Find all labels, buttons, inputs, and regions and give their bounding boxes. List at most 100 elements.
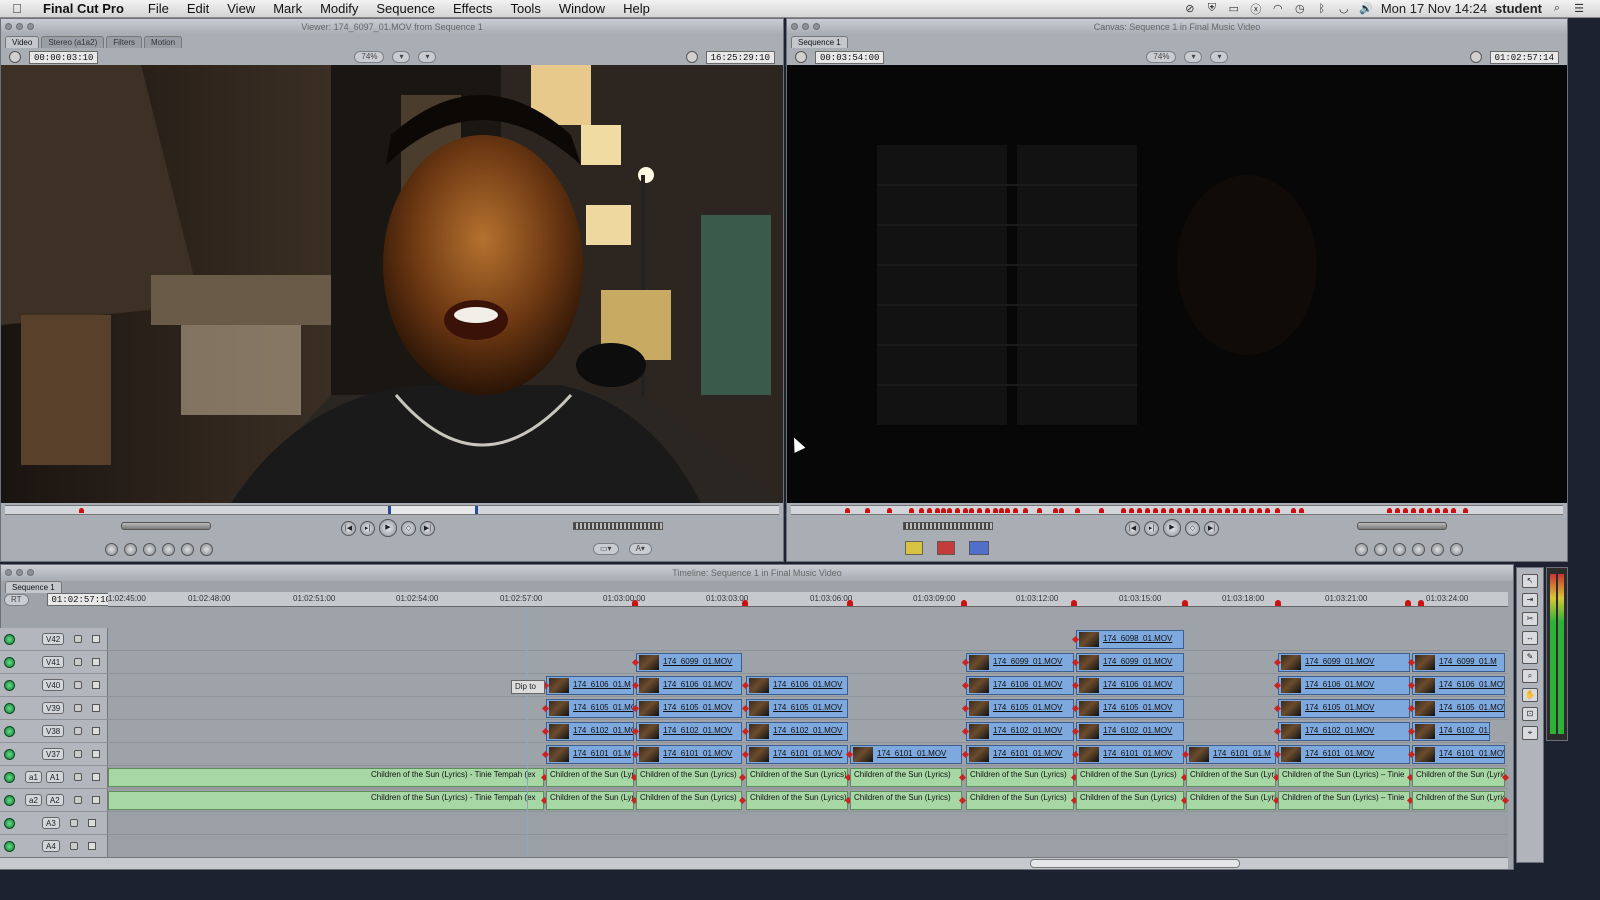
auto-select-icon[interactable] — [87, 819, 96, 827]
audio-clip[interactable]: Children of the Sun (Lyrics) — [746, 768, 848, 787]
minimize-icon[interactable] — [802, 23, 809, 30]
viewer-marker[interactable] — [79, 508, 84, 513]
video-clip[interactable]: 174_6101_01.MOV — [966, 745, 1074, 764]
video-clip[interactable]: 174_6101_01.MOV — [1076, 745, 1184, 764]
track-label[interactable]: V37 — [42, 748, 65, 760]
canvas-marker[interactable] — [1241, 508, 1246, 513]
audio-clip[interactable]: Children of the Sun (Lyrics) - Tinie Tem… — [108, 768, 544, 787]
video-clip[interactable]: 174_6101_01.M — [546, 745, 634, 764]
canvas-scrubber-bar[interactable] — [791, 505, 1563, 515]
timeline-ruler[interactable]: 1:02:45:00 01:02:48:00 01:02:51:00 01:02:54… — [108, 592, 1508, 607]
auto-select-icon[interactable] — [91, 773, 100, 781]
tab-stereo[interactable]: Stereo (a1a2) — [41, 36, 105, 48]
zoom-tool-icon[interactable]: ⌕ — [1522, 669, 1538, 683]
canvas-view-popup[interactable]: ▾ — [1184, 51, 1203, 63]
canvas-playhead-sync-popup[interactable]: ▾ — [1210, 51, 1229, 63]
canvas-marker[interactable] — [1435, 508, 1440, 513]
rt-popup[interactable]: RT — [4, 593, 29, 606]
audio-clip[interactable]: Children of the Sun (Lyrics) — [1076, 768, 1184, 787]
lock-icon[interactable] — [73, 773, 82, 781]
menu-mark[interactable]: Mark — [264, 1, 311, 16]
video-clip[interactable]: 174_6105_01.MOV — [546, 699, 634, 718]
distort-tool-icon[interactable]: ⌖ — [1522, 726, 1538, 740]
video-clip[interactable]: 174_6105_01.MOV — [746, 699, 848, 718]
canvas-marker[interactable] — [1427, 508, 1432, 513]
replace-edit-button[interactable] — [969, 541, 989, 555]
canvas-titlebar[interactable]: Canvas: Sequence 1 in Final Music Video — [787, 19, 1567, 35]
video-clip[interactable]: 174_6106_01.MOV — [746, 676, 848, 695]
video-clip[interactable]: 174_6101_01.M — [1186, 745, 1276, 764]
canvas-marker[interactable] — [865, 508, 870, 513]
playhead-line[interactable] — [527, 607, 528, 857]
viewer-scrubber-bar[interactable] — [5, 505, 779, 515]
canvas-marker[interactable] — [1145, 508, 1150, 513]
user-name[interactable]: student — [1495, 1, 1542, 16]
canvas-marker[interactable] — [1233, 508, 1238, 513]
pen-tool-icon[interactable]: ✎ — [1522, 650, 1538, 664]
audio-clip[interactable]: Children of the Sun (Lyric — [1412, 768, 1505, 787]
notification-list-icon[interactable]: ☰ — [1572, 3, 1586, 15]
play-around-button[interactable]: ◇ — [1185, 520, 1200, 536]
timeline-marker[interactable] — [1418, 600, 1424, 606]
canvas-marker[interactable] — [1013, 508, 1018, 513]
track-audible-icon[interactable] — [4, 817, 15, 829]
timeline-marker[interactable] — [961, 600, 967, 606]
next-edit-button[interactable]: ▶| — [420, 520, 435, 536]
canvas-marker[interactable] — [1053, 508, 1058, 513]
menu-sequence[interactable]: Sequence — [367, 1, 444, 16]
razor-tool-icon[interactable]: ✂ — [1522, 612, 1538, 626]
track-visibility-icon[interactable] — [4, 748, 15, 760]
lock-icon[interactable] — [69, 819, 78, 827]
menu-file[interactable]: File — [139, 1, 178, 16]
auto-select-icon[interactable] — [92, 750, 101, 758]
canvas-marker[interactable] — [1169, 508, 1174, 513]
add-marker-button[interactable] — [1393, 543, 1406, 556]
timeline-marker[interactable] — [632, 600, 638, 606]
canvas-marker[interactable] — [1419, 508, 1424, 513]
timeline-marker[interactable] — [1405, 600, 1411, 606]
audio-clip[interactable]: Children of the Sun (Lyrics) — [850, 768, 962, 787]
time-machine-icon[interactable]: ◷ — [1293, 3, 1307, 15]
add-marker-button[interactable] — [162, 543, 175, 556]
canvas-marker[interactable] — [963, 508, 968, 513]
lock-icon[interactable] — [69, 842, 78, 850]
video-clip[interactable]: 174_6102_01. — [1412, 722, 1490, 741]
canvas-marker[interactable] — [1403, 508, 1408, 513]
canvas-marker[interactable] — [1249, 508, 1254, 513]
viewer-view-popup[interactable]: ▾ — [392, 51, 411, 63]
recent-clips-popup[interactable]: ▭▾ — [593, 543, 619, 555]
canvas-marker[interactable] — [919, 508, 924, 513]
canvas-marker[interactable] — [1193, 508, 1198, 513]
track-label[interactable]: V41 — [42, 656, 65, 668]
audio-clip[interactable]: Children of the Sun (Lyrics) — [1186, 768, 1276, 787]
canvas-marker[interactable] — [1037, 508, 1042, 513]
match-frame-button[interactable] — [1450, 543, 1463, 556]
zoom-icon[interactable] — [27, 569, 34, 576]
match-frame-button[interactable] — [105, 543, 118, 556]
canvas-marker[interactable] — [1177, 508, 1182, 513]
timeline-marker[interactable] — [742, 600, 748, 606]
track-visibility-icon[interactable] — [4, 725, 15, 737]
auto-select-icon[interactable] — [92, 704, 101, 712]
spotlight-icon[interactable]: ⌕ — [1550, 2, 1564, 15]
timeline-scroll-thumb[interactable] — [1030, 859, 1240, 868]
track-visibility-icon[interactable] — [4, 702, 15, 714]
canvas-marker[interactable] — [999, 508, 1004, 513]
video-clip[interactable]: 174_6102_01.MOV — [1076, 722, 1184, 741]
video-clip[interactable]: 174_6099_01.MOV — [966, 653, 1074, 672]
canvas-marker[interactable] — [1201, 508, 1206, 513]
shield-icon[interactable]: ⛨ — [1205, 2, 1219, 15]
lock-icon[interactable] — [74, 658, 83, 666]
mark-out-button[interactable] — [1374, 543, 1387, 556]
hand-tool-icon[interactable]: ✋ — [1522, 688, 1538, 702]
zoom-icon[interactable] — [27, 23, 34, 30]
headphones-icon[interactable]: ◠ — [1271, 3, 1285, 15]
canvas-marker[interactable] — [1443, 508, 1448, 513]
close-icon[interactable] — [791, 23, 798, 30]
timeline-marker[interactable] — [1182, 600, 1188, 606]
video-clip[interactable]: 174_6105_01.MOV — [1076, 699, 1184, 718]
video-clip[interactable]: 174_6098_01.MOV — [1076, 630, 1184, 649]
track-label[interactable]: V42 — [42, 633, 65, 645]
track-label[interactable]: A3 — [42, 817, 60, 829]
canvas-marker[interactable] — [1059, 508, 1064, 513]
